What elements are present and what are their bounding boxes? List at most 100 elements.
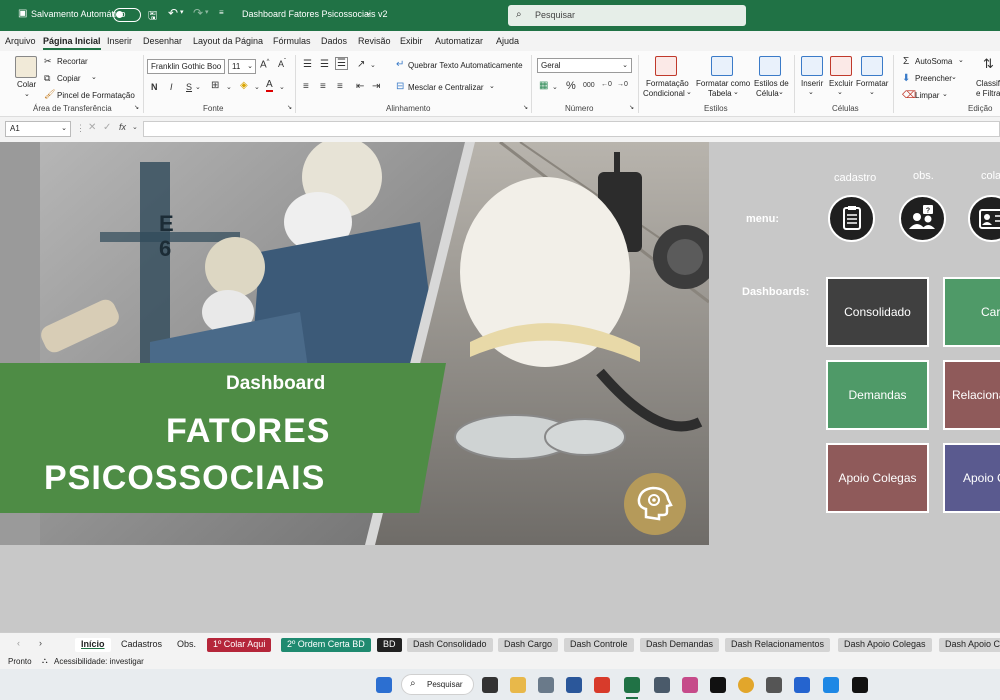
- alignment-launcher-icon[interactable]: ↘: [523, 104, 528, 111]
- undo-dropdown-icon[interactable]: ▾: [180, 8, 184, 16]
- format-painter-button[interactable]: Pincel de Formatação: [57, 91, 135, 100]
- cell-styles-label-2[interactable]: Célula: [756, 89, 779, 98]
- tab-ajuda[interactable]: Ajuda: [496, 36, 519, 46]
- tab-exibir[interactable]: Exibir: [400, 36, 423, 46]
- sheet-tab-ordem-certa-bd[interactable]: 2º Ordem Certa BD: [281, 638, 371, 652]
- menu-button-cadastro[interactable]: [828, 195, 875, 242]
- delete-cells-dropdown-icon[interactable]: ⌄: [837, 88, 843, 96]
- currency-dropdown-icon[interactable]: ⌄: [552, 83, 558, 91]
- cell-styles-dropdown-icon[interactable]: ⌄: [778, 88, 784, 96]
- fill-color-dropdown-icon[interactable]: ⌄: [254, 83, 260, 91]
- delete-cells-icon[interactable]: [830, 56, 852, 76]
- formula-input[interactable]: [143, 121, 1000, 137]
- sheet-tab-inicio[interactable]: Início: [75, 638, 111, 652]
- font-size-select[interactable]: 11 ⌄: [228, 59, 256, 74]
- conditional-format-dropdown-icon[interactable]: ⌄: [686, 88, 692, 96]
- autosum-dropdown-icon[interactable]: ⌄: [958, 56, 964, 64]
- format-as-table-dropdown-icon[interactable]: ⌄: [733, 88, 739, 96]
- cell-styles-label-1[interactable]: Estilos de: [754, 79, 789, 88]
- scissors-icon[interactable]: ✂: [44, 56, 52, 67]
- format-as-table-label-2[interactable]: Tabela: [708, 89, 732, 98]
- conditional-format-label-1[interactable]: Formatação: [646, 79, 689, 88]
- tab-inserir[interactable]: Inserir: [107, 36, 132, 46]
- copy-icon[interactable]: ⧉: [44, 73, 50, 84]
- fill-dropdown-icon[interactable]: ⌄: [951, 73, 957, 81]
- number-launcher-icon[interactable]: ↘: [629, 104, 634, 111]
- dashboard-button-consolidado[interactable]: Consolidado: [826, 277, 929, 347]
- sheet-tab-dash-cargo[interactable]: Dash Cargo: [498, 638, 559, 652]
- merge-dropdown-icon[interactable]: ⌄: [489, 82, 495, 90]
- borders-icon[interactable]: ⊞: [211, 80, 219, 91]
- sheet-tab-obs[interactable]: Obs.: [171, 638, 203, 652]
- paste-button[interactable]: Colar: [17, 80, 36, 89]
- scroll-tabs-left-icon[interactable]: ‹: [17, 638, 20, 648]
- insert-cells-dropdown-icon[interactable]: ⌄: [808, 88, 814, 96]
- accessibility-icon[interactable]: ⛬: [42, 656, 48, 666]
- tab-pagina-inicial[interactable]: Página Inicial: [43, 36, 101, 50]
- thousands-separator-icon[interactable]: 000: [583, 82, 595, 89]
- align-middle-icon[interactable]: ☰: [320, 59, 329, 70]
- copy-dropdown-icon[interactable]: ⌄: [91, 73, 97, 81]
- paste-dropdown-icon[interactable]: ⌄: [24, 90, 30, 98]
- format-cells-dropdown-icon[interactable]: ⌄: [869, 88, 875, 96]
- font-name-select[interactable]: Franklin Gothic Boo: [147, 59, 225, 74]
- pdf-reader-icon[interactable]: [594, 677, 610, 693]
- wrap-text-button[interactable]: Quebrar Texto Automaticamente: [408, 61, 523, 70]
- menu-button-colaboradores[interactable]: [968, 195, 1000, 242]
- insert-cells-icon[interactable]: [801, 56, 823, 76]
- redo-icon[interactable]: ↷: [193, 6, 203, 20]
- cancel-entry-icon[interactable]: ✕: [88, 122, 96, 133]
- insert-function-icon[interactable]: fx: [119, 122, 126, 132]
- decrease-indent-icon[interactable]: ⇤: [356, 81, 364, 92]
- calculator-icon[interactable]: [538, 677, 554, 693]
- taskbar-search[interactable]: ⌕ Pesquisar: [401, 674, 474, 695]
- merge-center-icon[interactable]: ⊟: [396, 81, 404, 92]
- tab-arquivo[interactable]: Arquivo: [5, 36, 36, 46]
- clock-app-icon[interactable]: [766, 677, 782, 693]
- more-options-icon[interactable]: ⋮: [76, 123, 85, 134]
- notepad-icon[interactable]: [654, 677, 670, 693]
- font-launcher-icon[interactable]: ↘: [287, 104, 292, 111]
- sheet-tab-dash-consolidado[interactable]: Dash Consolidado: [407, 638, 493, 652]
- sheet-tab-bd[interactable]: BD: [377, 638, 402, 652]
- sheet-tab-dash-controle[interactable]: Dash Controle: [564, 638, 634, 652]
- chrome-icon[interactable]: [738, 677, 754, 693]
- autosum-icon[interactable]: Σ: [903, 56, 909, 67]
- clear-button[interactable]: Limpar: [915, 91, 939, 100]
- tab-automatizar[interactable]: Automatizar: [435, 36, 483, 46]
- tab-layout[interactable]: Layout da Página: [193, 36, 263, 46]
- wrap-text-icon[interactable]: ↵: [396, 59, 404, 70]
- number-format-select[interactable]: Geral ⌄: [537, 58, 632, 73]
- clipboard-launcher-icon[interactable]: ↘: [134, 104, 139, 111]
- task-view-icon[interactable]: [482, 677, 498, 693]
- customize-toolbar-icon[interactable]: ≡: [219, 8, 224, 17]
- accessibility-status[interactable]: Acessibilidade: investigar: [54, 657, 144, 666]
- delete-cells-button[interactable]: Excluir: [829, 79, 853, 88]
- scroll-tabs-right-icon[interactable]: ›: [39, 638, 42, 648]
- underline-icon[interactable]: S: [186, 82, 192, 92]
- font-color-dropdown-icon[interactable]: ⌄: [279, 83, 285, 91]
- align-bottom-icon[interactable]: ☰: [335, 57, 348, 70]
- increase-font-icon[interactable]: A^: [260, 59, 270, 70]
- decrease-font-icon[interactable]: Aˇ: [278, 59, 286, 69]
- excel-taskbar-icon[interactable]: [624, 677, 640, 693]
- paste-icon[interactable]: [15, 56, 37, 78]
- conditional-format-icon[interactable]: [655, 56, 677, 76]
- currency-icon[interactable]: ▦: [539, 80, 548, 91]
- clear-dropdown-icon[interactable]: ⌄: [942, 90, 948, 98]
- sort-filter-icon[interactable]: ⇅: [983, 56, 994, 72]
- increase-decimal-icon[interactable]: ←0: [601, 81, 612, 88]
- title-chevron-down-icon[interactable]: ⌄: [365, 8, 372, 17]
- copy-button[interactable]: Copiar: [57, 74, 81, 83]
- menu-button-obs[interactable]: ?: [899, 195, 946, 242]
- remote-desktop-icon[interactable]: [823, 677, 839, 693]
- align-top-icon[interactable]: ☰: [303, 59, 312, 70]
- sort-filter-label-1[interactable]: Classifi: [976, 79, 1000, 88]
- autosum-button[interactable]: AutoSoma: [915, 57, 952, 66]
- file-explorer-icon[interactable]: [510, 677, 526, 693]
- insert-cells-button[interactable]: Inserir: [801, 79, 823, 88]
- tab-desenhar[interactable]: Desenhar: [143, 36, 182, 46]
- search-box[interactable]: ⌕ Pesquisar: [508, 5, 746, 26]
- sort-filter-label-2[interactable]: e Filtra: [976, 89, 1000, 98]
- align-center-icon[interactable]: ≡: [320, 81, 326, 92]
